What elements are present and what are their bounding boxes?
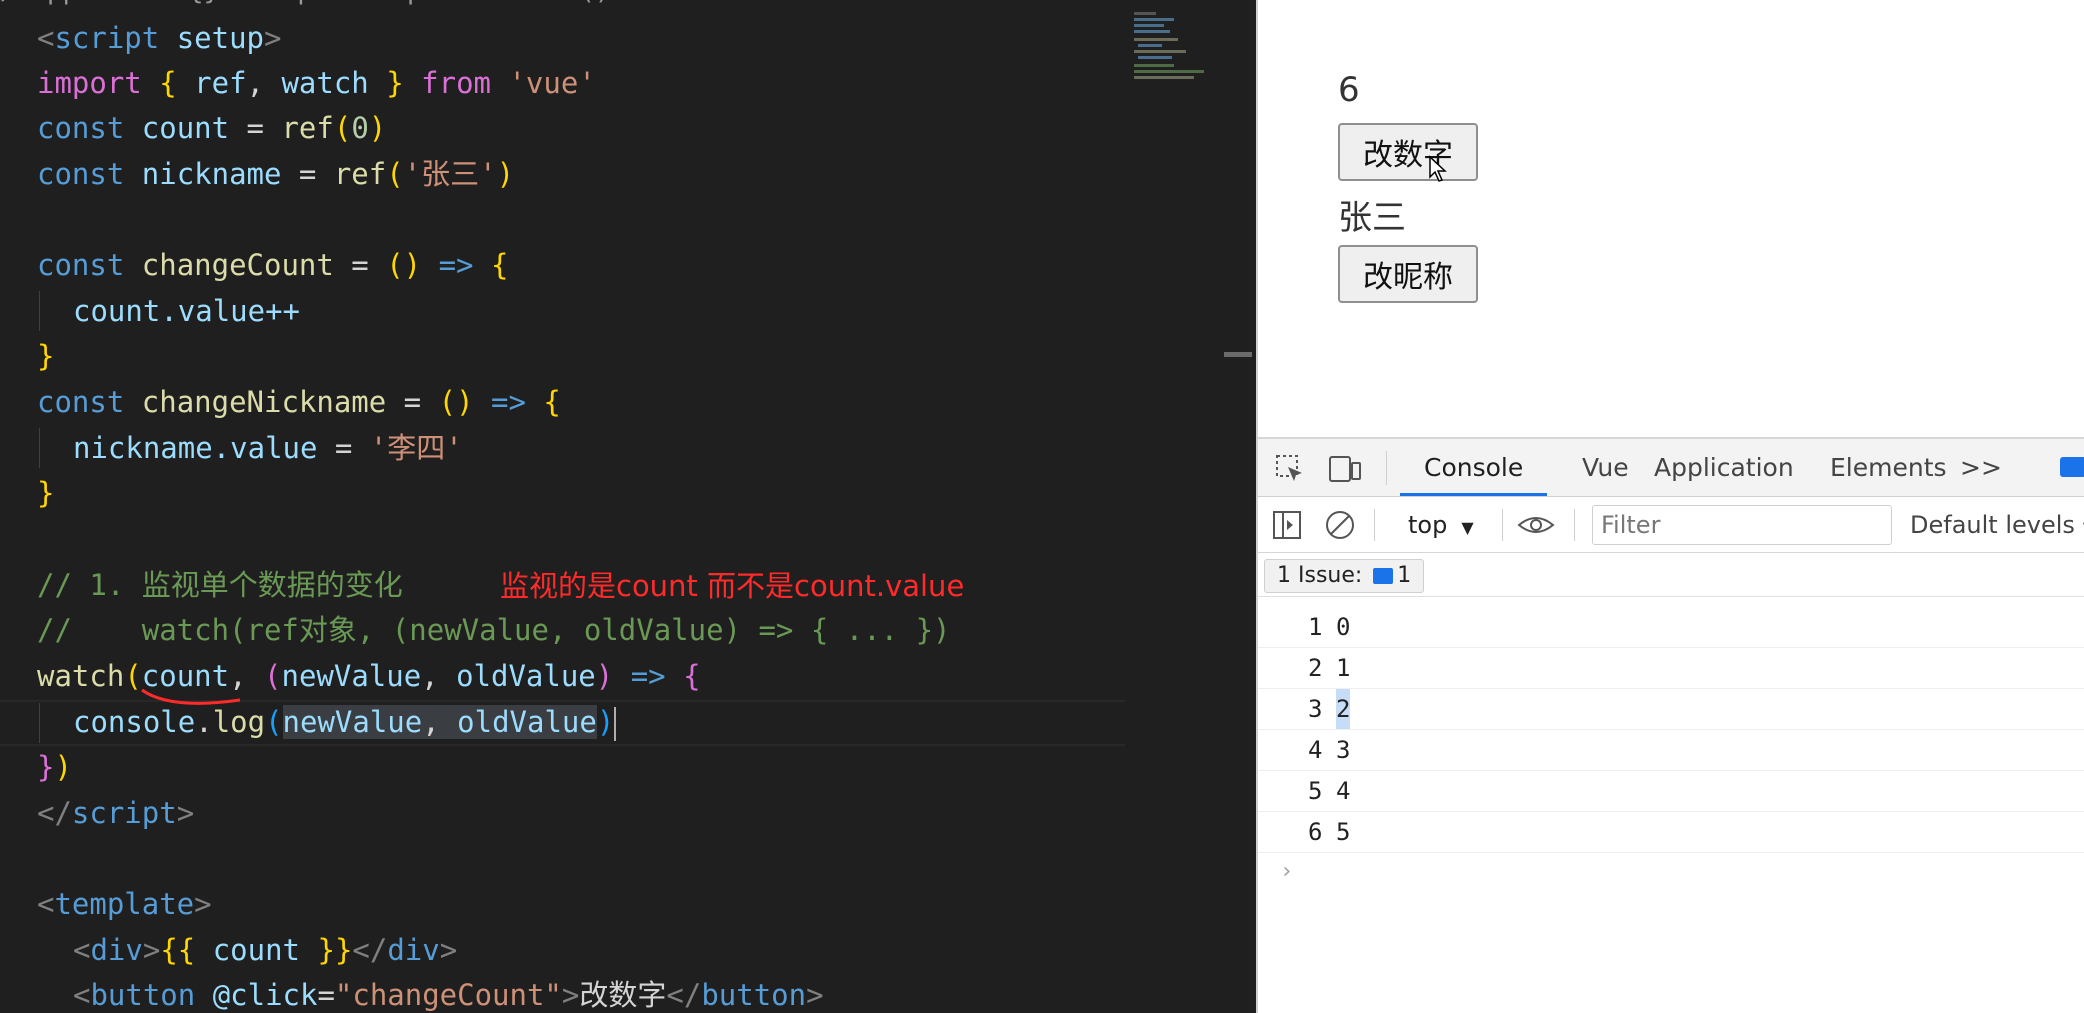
code-line-9: const changeNickname = () => { — [37, 385, 561, 419]
console-log-line: 10 — [1258, 607, 2084, 648]
code-line-21: <div>{{ count }}</div> — [73, 933, 458, 967]
code-line-15: watch(count, (newValue, oldValue) => { — [37, 659, 701, 693]
console-log-line: 54 — [1258, 771, 2084, 812]
separator — [1574, 509, 1575, 541]
count-display: 6 — [1338, 70, 1360, 110]
current-line-highlight — [0, 744, 1125, 746]
inspect-element-icon[interactable] — [1274, 453, 1306, 485]
indent-guide — [39, 703, 40, 743]
console-log-line: 65 — [1258, 812, 2084, 853]
separator — [1374, 509, 1375, 541]
issues-count: 1 — [1397, 563, 1412, 588]
device-toolbar-icon[interactable] — [1328, 453, 1362, 485]
devtools-tab-bar: Console Vue Application Elements >> — [1258, 439, 2084, 497]
issues-bar: 1 Issue: 1 — [1258, 553, 2084, 597]
code-line-7: count.value++ — [73, 294, 300, 328]
code-line-8: } — [37, 339, 55, 373]
text-cursor — [614, 707, 617, 741]
issues-label: 1 Issue: — [1277, 563, 1363, 588]
tab-console[interactable]: Console — [1400, 439, 1548, 496]
code-editor[interactable]: / App.vue > {} script setup > ⊙ watch() … — [0, 0, 1254, 1013]
code-line-10: nickname.value = '李四' — [73, 431, 463, 465]
context-select-value: top — [1408, 511, 1448, 539]
filter-input[interactable]: Filter — [1592, 505, 1892, 545]
code-line-11: } — [37, 476, 55, 510]
code-line-2: import { ref, watch } from 'vue' — [37, 66, 596, 100]
console-prompt[interactable]: › — [1280, 859, 1293, 884]
dropdown-arrow-icon: ▼ — [1461, 518, 1474, 537]
tab-vue[interactable]: Vue — [1582, 439, 1629, 497]
code-line-20: <template> — [37, 887, 212, 921]
indent-guide — [39, 291, 40, 331]
red-annotation: 监视的是count 而不是count.value — [500, 569, 965, 603]
code-line-14: // watch(ref对象, (newValue, oldValue) => … — [37, 613, 951, 647]
eye-icon[interactable] — [1516, 509, 1556, 541]
editor-breadcrumb: / App.vue > {} script setup > ⊙ watch() … — [0, 0, 751, 8]
code-line-13: // 1. 监视单个数据的变化 — [37, 568, 403, 602]
log-levels-select[interactable]: Default levels▼ — [1910, 497, 2084, 553]
browser-panel: 6 改数字 张三 改昵称 Console Vue Application Ele… — [1256, 0, 2084, 1013]
code-line-3: const count = ref(0) — [37, 111, 387, 145]
console-log-line: 32 — [1258, 689, 2084, 730]
nickname-display: 张三 — [1338, 198, 1406, 238]
console-toolbar: top ▼ Filter Default levels▼ — [1258, 497, 2084, 553]
context-select[interactable]: top ▼ — [1408, 497, 1474, 553]
console-log-line: 43 — [1258, 730, 2084, 771]
sidebar-toggle-icon[interactable] — [1272, 509, 1304, 541]
change-count-button[interactable]: 改数字 — [1338, 123, 1478, 181]
change-nickname-button[interactable]: 改昵称 — [1338, 245, 1478, 303]
code-line-6: const changeCount = () => { — [37, 248, 509, 282]
console-log-line: 21 — [1258, 648, 2084, 689]
code-line-18: </script> — [37, 796, 195, 830]
devtools-panel: Console Vue Application Elements >> top ▼ — [1258, 437, 2084, 1013]
mouse-pointer-icon — [1429, 155, 1447, 182]
code-line-17: }) — [37, 750, 72, 784]
tab-application[interactable]: Application — [1654, 439, 1794, 497]
more-tabs-chevron-icon[interactable]: >> — [1960, 439, 2002, 497]
rendered-page: 6 改数字 张三 改昵称 — [1258, 0, 2084, 437]
code-line-16: console.log(newValue, oldValue) — [73, 705, 617, 741]
minimap[interactable] — [1130, 10, 1212, 84]
log-levels-value: Default levels — [1910, 511, 2075, 539]
code-line-4: const nickname = ref('张三') — [37, 157, 515, 191]
separator — [1386, 451, 1387, 485]
code-line-22: <button @click="changeCount">改数字</button… — [73, 978, 824, 1012]
separator — [1502, 509, 1503, 541]
tab-elements[interactable]: Elements — [1830, 439, 1947, 497]
issues-counter[interactable]: 1 Issue: 1 — [1264, 559, 1425, 593]
message-badge-icon[interactable] — [2058, 455, 2084, 481]
code-line-1: <script setup> — [37, 21, 282, 55]
clear-console-icon[interactable] — [1324, 509, 1356, 541]
editor-scrollbar-thumb[interactable] — [1224, 352, 1252, 357]
issue-message-icon — [1373, 568, 1394, 584]
indent-guide — [39, 428, 40, 468]
